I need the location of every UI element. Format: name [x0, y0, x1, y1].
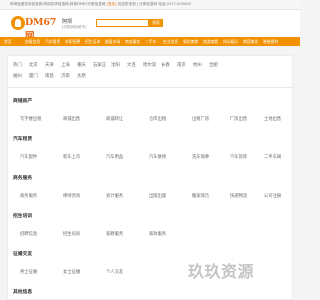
section-title[interactable]: 征婚交友	[13, 250, 32, 257]
nav-item[interactable]: 商务服务	[125, 38, 140, 45]
category-link[interactable]: 个人交友	[106, 269, 123, 275]
city-link[interactable]: 沈阳	[111, 62, 120, 68]
top-bar: 阿坝免费发布信息网,阿坝供求信息网,阿坝DM67分类信息网 [登录] 欢迎您来到…	[0, 0, 300, 10]
city-link[interactable]: 杭州	[193, 62, 202, 68]
nav-item[interactable]: 房屋信息	[25, 38, 40, 45]
category-link[interactable]: 女士征婚	[63, 269, 80, 275]
category-link[interactable]: 新车上市	[63, 154, 80, 160]
nav-item[interactable]: 求职招聘	[65, 38, 80, 45]
section-title[interactable]: 商铺房产	[13, 97, 32, 104]
city-link[interactable]: 福州	[13, 73, 22, 79]
nav-item[interactable]: 跳蚤市场	[105, 38, 120, 45]
welcome-text: 欢迎您来到	[117, 2, 136, 6]
category-link[interactable]: 搬家保洁	[192, 193, 209, 199]
category-link[interactable]: 写字楼出租	[20, 116, 41, 122]
city-link[interactable]: 太原	[77, 73, 86, 79]
city-link[interactable]: 哈尔滨	[143, 62, 156, 68]
category-link[interactable]: 汽车装饰	[230, 154, 247, 160]
category-link[interactable]: 厂房出售	[230, 116, 247, 122]
category-link[interactable]: 仓库出租	[149, 116, 166, 122]
logo-icon	[11, 16, 25, 30]
category-link[interactable]: 快递物流	[230, 193, 247, 199]
nav-item[interactable]: 旅游度假	[203, 38, 218, 45]
watermark: 玖玖资源	[188, 262, 255, 281]
category-link[interactable]: 商务服务	[20, 193, 37, 199]
nav-item[interactable]: 休闲娱乐	[223, 38, 238, 45]
nav-item[interactable]: 汽车租赁	[45, 38, 60, 45]
city-link[interactable]: 大连	[127, 62, 136, 68]
category-link[interactable]: 会计服务	[106, 193, 123, 199]
category-link[interactable]: 律师咨询	[63, 193, 80, 199]
nav-item[interactable]: 装修建材	[263, 38, 278, 45]
section-title[interactable]: 其他信息	[13, 288, 32, 295]
nav-item[interactable]: 二手车	[145, 38, 156, 45]
category-link[interactable]: 招聘信息	[20, 231, 37, 237]
section-title[interactable]: 招生培训	[13, 212, 32, 219]
category-link[interactable]: 家教服务	[106, 231, 123, 237]
category-link[interactable]: 汽车用品	[106, 154, 123, 160]
city-link[interactable]: 北京	[29, 62, 38, 68]
category-link[interactable]: 出版出版	[149, 193, 166, 199]
category-link[interactable]: 洗车保养	[192, 154, 209, 160]
category-link[interactable]: 商铺出售	[63, 116, 80, 122]
category-link[interactable]: 家政服务	[149, 231, 166, 237]
category-link[interactable]: 土地出售	[264, 116, 281, 122]
category-link[interactable]: 二手车辆	[264, 154, 281, 160]
switch-city-link[interactable]: [切换其他城市]	[62, 25, 86, 30]
category-link[interactable]: 招生培训	[63, 231, 80, 237]
city-link[interactable]: 南昌	[45, 73, 54, 79]
category-link[interactable]: 男士征婚	[20, 269, 37, 275]
city-link[interactable]: 南京	[177, 62, 186, 68]
category-link[interactable]: 商铺转让	[106, 116, 123, 122]
current-city: 阿坝	[62, 19, 73, 25]
site-desc: 阿坝免费发布信息网,阿坝供求信息网,阿坝DM67分类信息网	[10, 2, 106, 6]
login-link[interactable]: [登录]	[107, 2, 117, 6]
section-title[interactable]: 商务服务	[13, 174, 32, 181]
city-link[interactable]: 上海	[61, 62, 70, 68]
search-input[interactable]	[96, 19, 149, 27]
category-link[interactable]: 汽车配件	[20, 154, 37, 160]
category-link[interactable]: 出租厂房	[192, 116, 209, 122]
nav-item[interactable]: 农业信息	[163, 38, 178, 45]
site-logo[interactable]: DM67网	[11, 15, 59, 42]
category-link[interactable]: 公司注册	[264, 193, 281, 199]
main-nav: 首页 房屋信息 汽车租赁 求职招聘 招生培训 跳蚤市场 商务服务 二手车 农业信…	[0, 37, 300, 46]
category-link[interactable]: 汽车维修	[149, 154, 166, 160]
city-link[interactable]: 合肥	[209, 62, 218, 68]
city-label-hot: 热门	[13, 63, 22, 68]
city-link[interactable]: 石家庄	[93, 62, 106, 68]
nav-item[interactable]: 餐饮美食	[183, 38, 198, 45]
nav-item[interactable]: 招生培训	[85, 38, 100, 45]
city-link[interactable]: 济南	[61, 73, 70, 79]
search-button[interactable]: 搜索	[149, 19, 163, 27]
city-link[interactable]: 重庆	[77, 62, 86, 68]
nav-item[interactable]: 美容美发	[243, 38, 258, 45]
city-link[interactable]: 天津	[45, 62, 54, 68]
city-link[interactable]: 长春	[161, 62, 170, 68]
section-title[interactable]: 汽车租赁	[13, 135, 32, 142]
city-link[interactable]: 厦门	[29, 73, 38, 79]
contact-text: 分类信息网 电话:2017-000000	[139, 2, 191, 6]
nav-item[interactable]: 首页	[4, 38, 12, 45]
top-bar-text: 阿坝免费发布信息网,阿坝供求信息网,阿坝DM67分类信息网 [登录] 欢迎您来到…	[10, 2, 191, 6]
divider	[8, 87, 294, 88]
